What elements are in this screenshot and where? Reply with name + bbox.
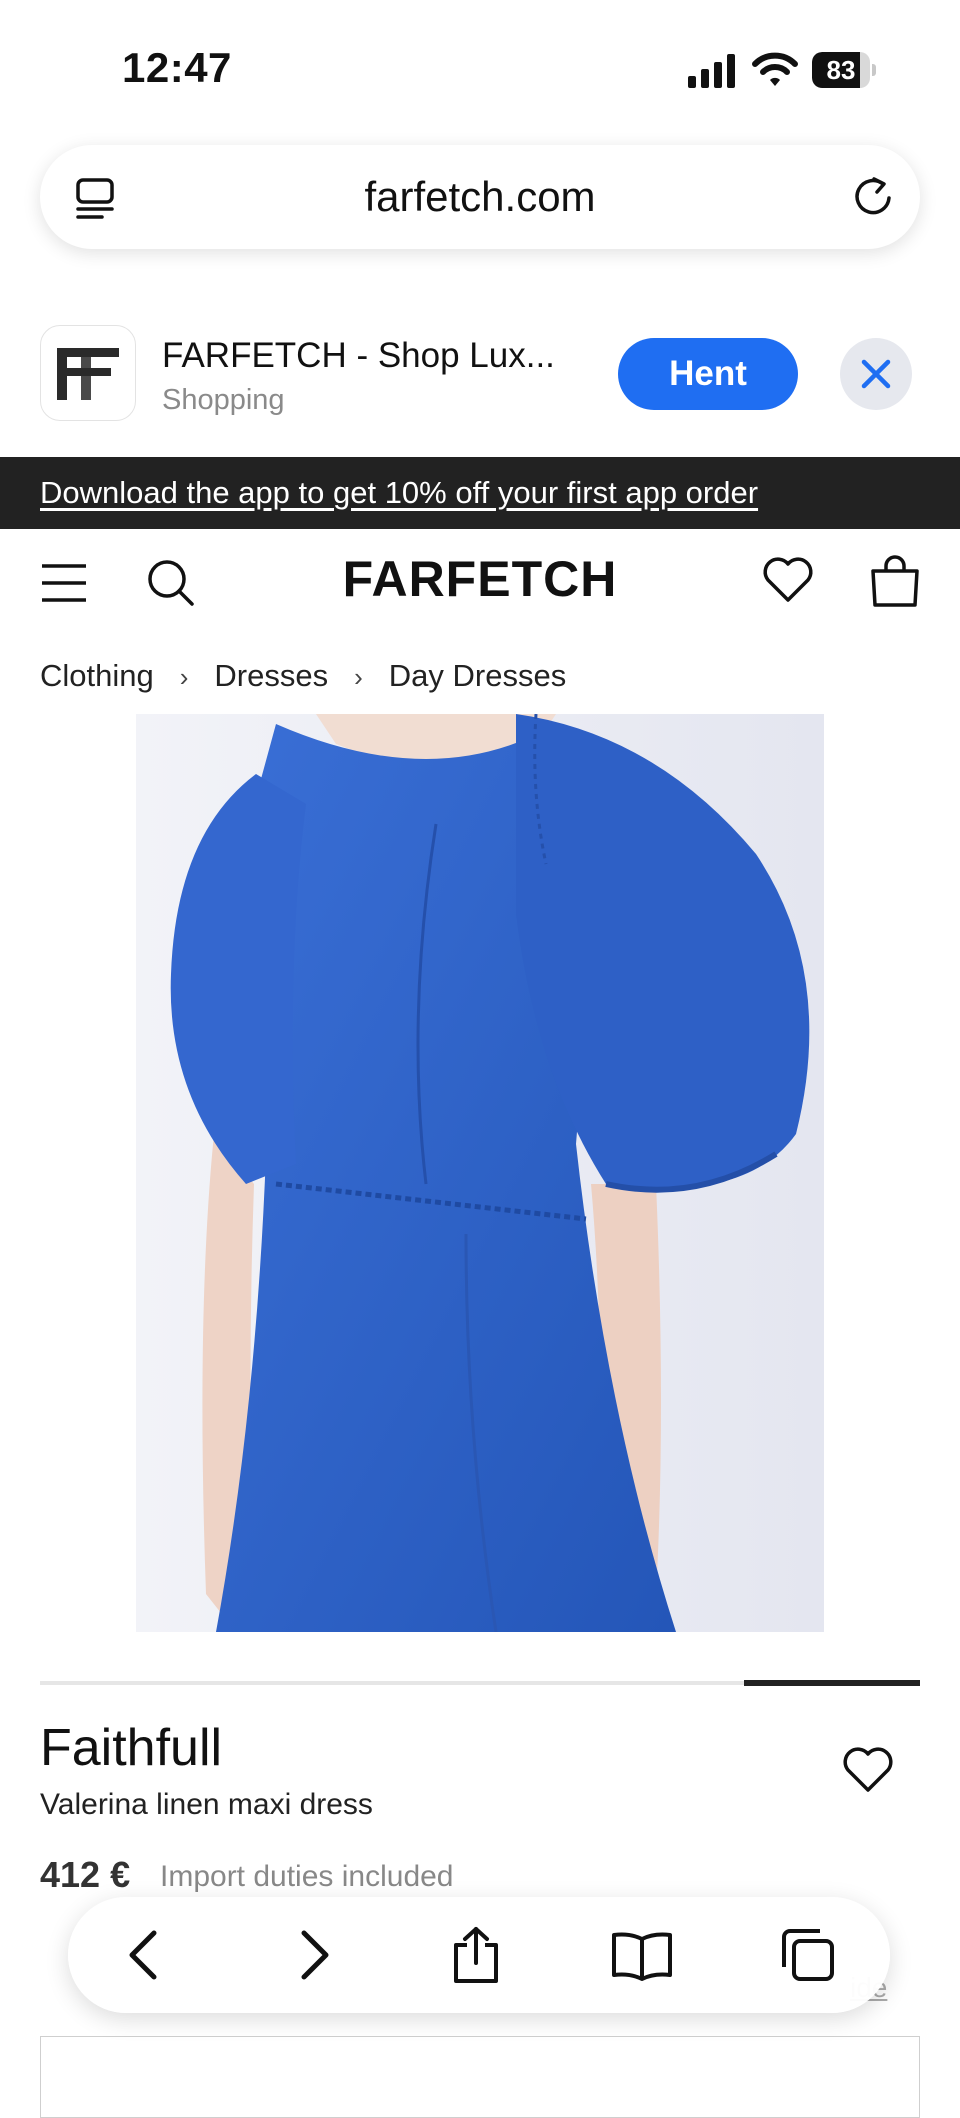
url-text[interactable]: farfetch.com — [40, 145, 920, 249]
app-logo — [40, 325, 136, 421]
breadcrumb-item-dresses[interactable]: Dresses — [214, 658, 328, 693]
cellular-signal-icon — [688, 54, 738, 93]
back-icon — [129, 1930, 157, 1980]
brand-name[interactable]: Faithfull — [40, 1718, 222, 1778]
battery-percent: 83 — [826, 55, 856, 85]
breadcrumb: Clothing › Dresses › Day Dresses — [40, 658, 566, 694]
product-name: Valerina linen maxi dress — [40, 1788, 373, 1821]
duties-note: Import duties included — [160, 1860, 454, 1893]
size-select[interactable] — [40, 2036, 920, 2118]
breadcrumb-separator: › — [354, 662, 363, 692]
product-price: 412 € — [40, 1854, 131, 1895]
close-banner-button[interactable] — [840, 338, 912, 410]
breadcrumb-item-clothing[interactable]: Clothing — [40, 658, 154, 693]
forward-icon — [301, 1930, 329, 1980]
tabs-icon[interactable] — [74, 177, 116, 226]
breadcrumb-item-day-dresses[interactable]: Day Dresses — [389, 658, 566, 693]
app-banner-subtitle: Shopping — [162, 384, 285, 416]
forward-button[interactable] — [264, 1897, 364, 2013]
address-bar[interactable]: farfetch.com — [40, 145, 920, 249]
status-time: 12:47 — [122, 44, 232, 91]
breadcrumb-separator: › — [179, 662, 189, 692]
share-icon — [454, 1927, 498, 1983]
tabs-overview-icon — [782, 1929, 834, 1981]
wifi-icon — [752, 52, 798, 93]
back-button[interactable] — [94, 1897, 194, 2013]
battery-indicator: 83 — [812, 52, 876, 88]
product-image[interactable] — [136, 714, 824, 1632]
close-icon — [861, 359, 891, 389]
app-banner-title: FARFETCH - Shop Lux... — [162, 336, 555, 375]
bookmarks-icon — [612, 1932, 672, 1981]
browser-toolbar — [68, 1897, 890, 2013]
promo-link[interactable]: Download the app to get 10% off your fir… — [40, 457, 758, 529]
heart-icon[interactable] — [842, 1746, 894, 1799]
site-logo[interactable]: FARFETCH — [0, 550, 960, 608]
bookmarks-button[interactable] — [592, 1897, 692, 2013]
bag-icon[interactable] — [868, 554, 922, 613]
share-button[interactable] — [426, 1897, 526, 2013]
heart-icon[interactable] — [762, 556, 814, 609]
get-app-button[interactable]: Hent — [618, 338, 798, 410]
reload-icon[interactable] — [850, 175, 896, 226]
carousel-position-indicator — [744, 1680, 920, 1686]
promo-bar[interactable]: Download the app to get 10% off your fir… — [0, 457, 960, 529]
tabs-overview-button[interactable] — [758, 1897, 858, 2013]
